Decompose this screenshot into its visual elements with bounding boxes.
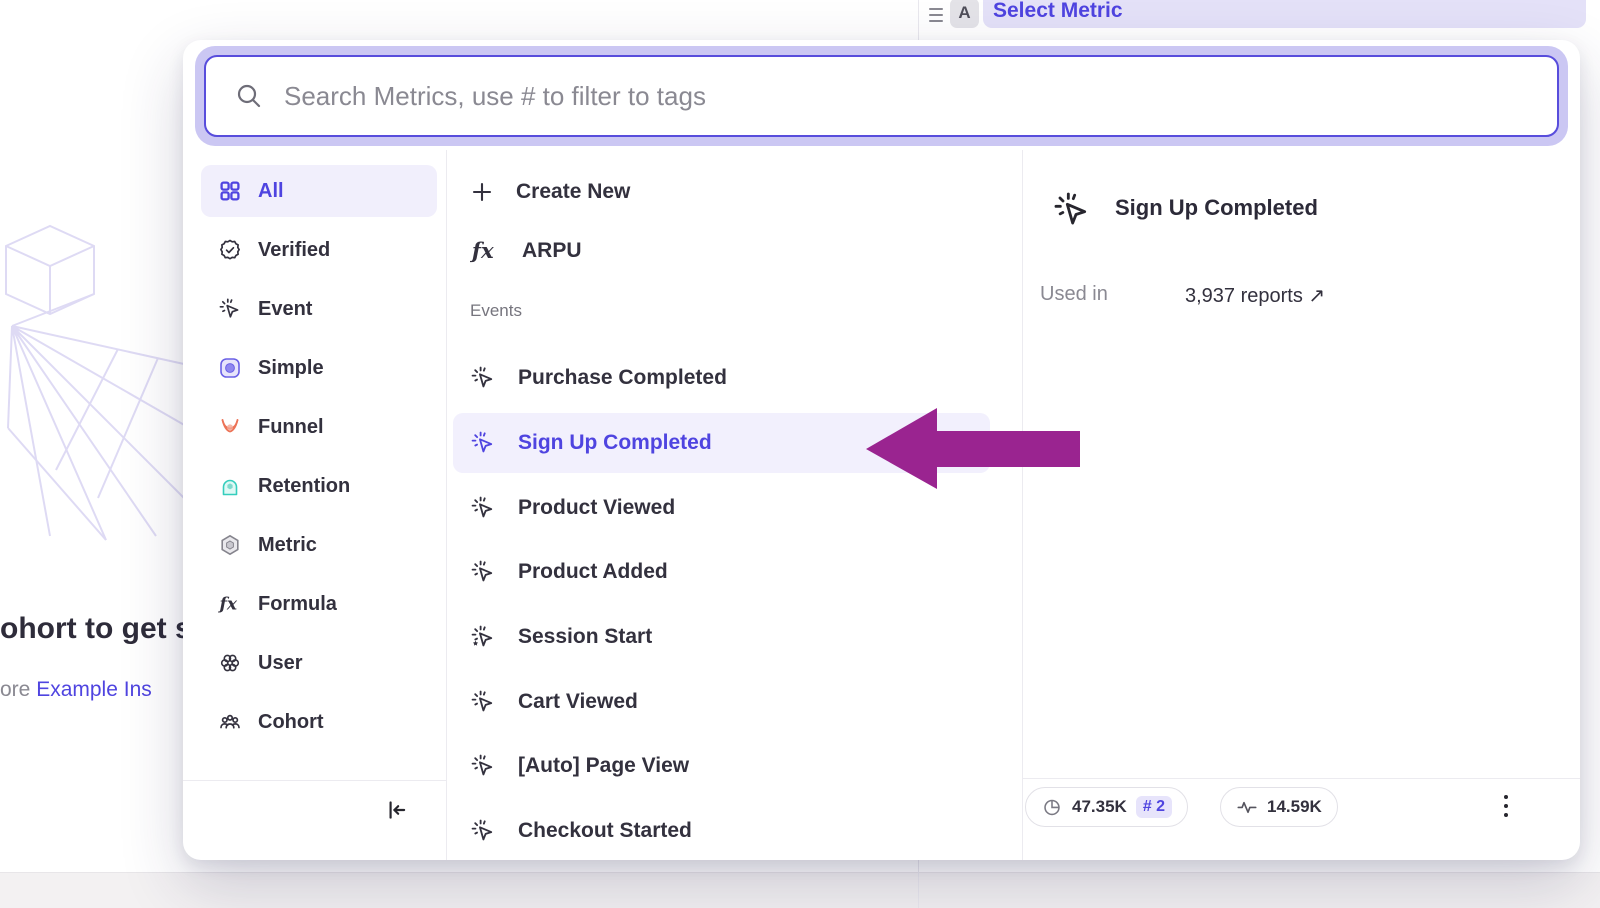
event-cursor-icon [218, 297, 242, 321]
sidebar-item-label: All [258, 180, 284, 203]
event-cursor-icon [470, 689, 496, 715]
cohort-people-icon [218, 710, 242, 734]
list-item-event[interactable]: Product Added [470, 546, 990, 598]
sidebar-item-label: Cohort [258, 711, 324, 734]
create-new-button[interactable]: Create New [470, 166, 990, 218]
sidebar-item-formula[interactable]: Formula [201, 578, 437, 630]
event-cursor-icon [1052, 190, 1092, 235]
screen: ohort to get s ore Example Ins A Select … [0, 0, 1600, 908]
sidebar-item-verified[interactable]: Verified [201, 224, 437, 276]
search-field [204, 55, 1559, 137]
formula-fx-icon [470, 236, 500, 266]
drag-handle-icon[interactable] [926, 3, 948, 29]
list-item-label: Product Added [518, 560, 668, 584]
sidebar-item-label: Event [258, 298, 312, 321]
event-cursor-icon [470, 365, 496, 391]
sidebar-item-event[interactable]: Event [201, 283, 437, 335]
detail-title: Sign Up Completed [1115, 195, 1318, 221]
sidebar-item-label: Verified [258, 239, 330, 262]
simple-metric-icon [218, 356, 242, 380]
event-cursor-icon [470, 559, 496, 585]
plus-icon [470, 180, 494, 204]
metric-letter-chip: A [950, 0, 979, 28]
list-item-event[interactable]: Session Start [470, 611, 990, 663]
page-bottom-band [0, 872, 1600, 908]
total-events-value: 47.35K [1072, 797, 1127, 817]
list-item-event[interactable]: Checkout Started [470, 805, 990, 857]
select-metric-button[interactable]: Select Metric [983, 0, 1586, 28]
list-item-label: Checkout Started [518, 819, 692, 843]
used-in-label: Used in [1040, 283, 1108, 306]
list-item-label: Session Start [518, 625, 652, 649]
list-item-event[interactable]: [Auto] Page View [470, 740, 990, 792]
monthly-events-chip[interactable]: 14.59K [1220, 787, 1338, 827]
detail-footer-divider [1022, 778, 1580, 779]
example-insights-link[interactable]: Example Ins [36, 678, 152, 701]
reports-link[interactable]: 3,937 reports ↗ [1185, 283, 1325, 308]
event-cursor-icon [470, 495, 496, 521]
sidebar-item-funnel[interactable]: Funnel [201, 401, 437, 453]
search-input[interactable] [284, 81, 1557, 112]
detail-divider [1022, 150, 1023, 860]
sidebar-item-label: Formula [258, 593, 337, 616]
list-item-label: Purchase Completed [518, 366, 727, 390]
event-cursor-icon [470, 818, 496, 844]
list-item-event[interactable]: Purchase Completed [470, 352, 990, 404]
rank-badge: # 2 [1136, 796, 1172, 818]
sidebar-item-user[interactable]: User [201, 637, 437, 689]
kebab-menu-icon [1502, 792, 1510, 822]
search-focus-ring [195, 46, 1568, 146]
metric-hexagon-icon [218, 533, 242, 557]
sidebar-item-simple[interactable]: Simple [201, 342, 437, 394]
events-section-label: Events [470, 301, 522, 321]
external-link-icon: ↗ [1308, 285, 1325, 307]
sidebar-item-retention[interactable]: Retention [201, 460, 437, 512]
list-item-event[interactable]: Cart Viewed [470, 676, 990, 728]
metric-select-dialog: All Verified Event Simple Funnel Retenti… [183, 40, 1580, 860]
select-metric-label: Select Metric [993, 0, 1123, 23]
total-events-chip[interactable]: 47.35K # 2 [1025, 787, 1188, 827]
pie-chart-icon [1041, 796, 1063, 818]
list-item-label: Cart Viewed [518, 690, 638, 714]
list-item-label: ARPU [522, 239, 582, 263]
sidebar-item-cohort[interactable]: Cohort [201, 696, 437, 748]
pulse-icon [1236, 796, 1258, 818]
verified-badge-icon [218, 238, 242, 262]
search-icon [234, 81, 264, 111]
sidebar-item-metric[interactable]: Metric [201, 519, 437, 571]
user-cluster-icon [218, 651, 242, 675]
subtext-prefix: ore [0, 678, 30, 701]
sidebar-item-label: Simple [258, 357, 324, 380]
sidebar-item-label: Funnel [258, 416, 324, 439]
list-item-label: Product Viewed [518, 496, 675, 520]
sidebar-item-all[interactable]: All [201, 165, 437, 217]
sidebar-item-label: User [258, 652, 302, 675]
list-item-arpu[interactable]: ARPU [470, 225, 990, 277]
event-cursor-icon [470, 430, 496, 456]
monthly-events-value: 14.59K [1267, 797, 1322, 817]
list-item-event[interactable]: Product Viewed [470, 482, 990, 534]
sidebar-item-label: Metric [258, 534, 317, 557]
list-item-label: [Auto] Page View [518, 754, 689, 778]
collapse-sidebar-button[interactable] [379, 793, 413, 827]
create-new-label: Create New [516, 180, 630, 204]
sidebar-footer [183, 780, 446, 860]
empty-state-heading: ohort to get s [0, 612, 192, 646]
grid-icon [218, 179, 242, 203]
reports-count: 3,937 reports [1185, 285, 1303, 307]
event-cursor-icon [470, 753, 496, 779]
sidebar-divider [446, 150, 447, 860]
funnel-icon [218, 415, 242, 439]
empty-state-subtext: ore Example Ins [0, 678, 152, 702]
retention-icon [218, 474, 242, 498]
empty-state-illustration [0, 218, 198, 558]
formula-fx-icon [218, 592, 242, 616]
event-cursor-star-icon [470, 624, 496, 650]
list-item-event-selected[interactable]: Sign Up Completed [453, 413, 990, 473]
sidebar-item-label: Retention [258, 475, 350, 498]
list-item-label: Sign Up Completed [518, 431, 712, 455]
collapse-panel-icon [383, 797, 409, 823]
more-options-button[interactable] [1493, 792, 1519, 822]
